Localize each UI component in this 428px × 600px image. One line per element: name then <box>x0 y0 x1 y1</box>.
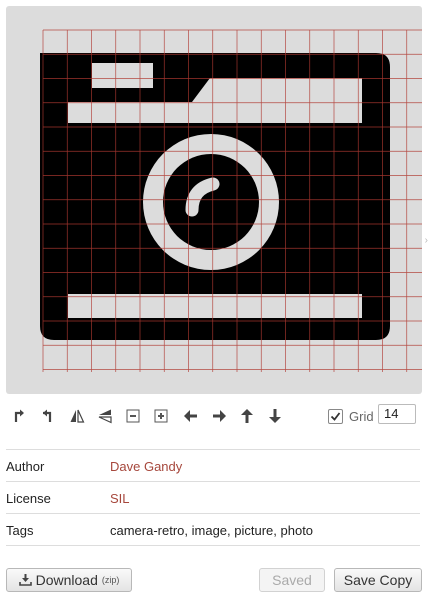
saved-label: Saved <box>272 572 312 588</box>
saved-button[interactable]: Saved <box>259 568 325 592</box>
license-label: License <box>6 491 51 506</box>
resize-handle-icon[interactable]: › <box>425 235 428 246</box>
camera-bottom-panel <box>68 294 362 318</box>
checkmark-icon <box>330 411 341 421</box>
arrow-left-icon[interactable] <box>182 406 200 426</box>
download-icon <box>18 574 32 586</box>
flip-horizontal-icon[interactable] <box>68 406 86 426</box>
camera-lens-inner <box>163 154 259 250</box>
grid-toggle[interactable]: Grid <box>328 406 374 426</box>
tags-value: camera-retro, image, picture, photo <box>110 523 314 538</box>
arrow-up-icon[interactable] <box>238 406 256 426</box>
arrow-right-icon[interactable] <box>210 406 228 426</box>
save-copy-label: Save Copy <box>343 572 413 588</box>
expand-icon[interactable] <box>152 406 170 426</box>
toolbar: Grid <box>6 400 422 432</box>
grid-label: Grid <box>349 408 374 424</box>
save-copy-button[interactable]: Save Copy <box>334 568 422 592</box>
rotate-right-icon[interactable] <box>38 406 56 426</box>
download-suffix: (zip) <box>101 575 120 585</box>
flip-vertical-icon[interactable] <box>96 406 114 426</box>
grid-checkbox[interactable] <box>328 408 343 424</box>
camera-viewfinder <box>92 63 153 88</box>
author-row: Author Dave Gandy <box>6 450 420 482</box>
grid-size-input[interactable] <box>378 404 416 424</box>
download-button[interactable]: Download (zip) <box>6 568 132 592</box>
author-label: Author <box>6 459 45 474</box>
tags-label: Tags <box>6 523 34 538</box>
author-link[interactable]: Dave Gandy <box>110 459 182 474</box>
license-row: License SIL <box>6 482 420 514</box>
tags-row: Tags camera-retro, image, picture, photo <box>6 514 420 546</box>
icon-metadata: Author Dave Gandy License SIL Tags camer… <box>6 449 420 546</box>
arrow-down-icon[interactable] <box>266 406 284 426</box>
download-label: Download <box>35 572 98 588</box>
camera-retro-icon <box>40 29 422 372</box>
rotate-left-icon[interactable] <box>10 406 28 426</box>
icon-canvas[interactable]: › <box>6 6 428 394</box>
license-link[interactable]: SIL <box>110 491 130 506</box>
shrink-icon[interactable] <box>124 406 142 426</box>
